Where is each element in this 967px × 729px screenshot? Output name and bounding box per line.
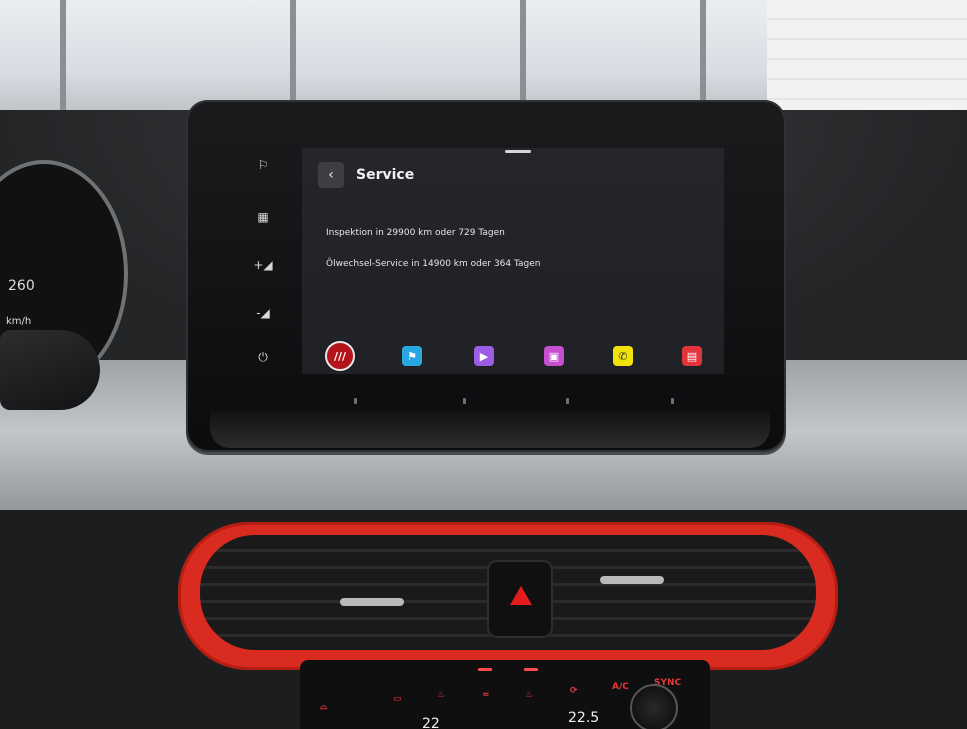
steering-stalk xyxy=(0,330,100,410)
front-defrost-icon[interactable]: ▭ xyxy=(393,694,402,704)
speed-tick-label: 260 xyxy=(8,278,35,294)
bezel-indicator xyxy=(566,398,569,404)
volume-up-icon[interactable]: +◢ xyxy=(253,258,272,272)
right-temperature: 22.5 xyxy=(568,710,600,726)
rear-defrost-icon[interactable]: ⌓ xyxy=(320,702,327,712)
car-settings-app-button[interactable]: ▤ xyxy=(682,346,702,366)
hazard-icon xyxy=(510,586,532,605)
temperature-knob[interactable] xyxy=(630,684,678,729)
home-button[interactable]: /// xyxy=(325,341,355,371)
vent-slider-right[interactable] xyxy=(600,576,664,584)
left-temperature: 22 xyxy=(422,716,440,729)
speed-unit: km/h xyxy=(6,316,32,327)
volume-down-icon[interactable]: -◢ xyxy=(254,306,272,320)
climate-indicator-led xyxy=(478,668,492,671)
back-button[interactable]: ‹ xyxy=(318,162,344,188)
window-mullion xyxy=(520,0,526,110)
air-flow-icon[interactable]: ≈ xyxy=(482,690,490,700)
media-app-button[interactable]: ▶ xyxy=(474,346,494,366)
infotainment-screen: ‹ Service Inspektion in 29900 km oder 72… xyxy=(302,148,724,374)
vent-slider-left[interactable] xyxy=(340,598,404,606)
seat-heat-right-icon[interactable]: ♨ xyxy=(525,690,533,700)
navigation-app-button[interactable]: ⚑ xyxy=(402,346,422,366)
brand-logo-icon: /// xyxy=(333,349,347,363)
climate-indicator-led xyxy=(524,668,538,671)
chevron-left-icon: ‹ xyxy=(328,167,334,183)
window-mullion xyxy=(290,0,296,110)
car-settings-icon: ▤ xyxy=(686,349,698,363)
ac-button[interactable]: A/C xyxy=(612,682,629,692)
recirculation-icon[interactable]: ⟳ xyxy=(570,686,578,696)
app-dock: /// ⚑ ▶ ▣ ✆ ▤ xyxy=(302,336,724,374)
window-mullion xyxy=(700,0,706,110)
bezel-indicator xyxy=(354,398,357,404)
phone-icon: ✆ xyxy=(618,349,628,363)
drag-handle[interactable] xyxy=(505,150,531,153)
radio-app-button[interactable]: ▣ xyxy=(544,346,564,366)
phone-app-button[interactable]: ✆ xyxy=(613,346,633,366)
bezel-indicator xyxy=(671,398,674,404)
infotainment-housing-lip xyxy=(210,410,770,448)
flag-icon: ⚑ xyxy=(407,349,417,363)
window-mullion xyxy=(60,0,66,110)
page-title: Service xyxy=(356,167,415,183)
play-icon: ▶ xyxy=(479,349,489,363)
car-interior-scene: 260 km/h 0 ⚐ ▦ +◢ -◢ ⏻ ‹ Service Inspekt… xyxy=(0,0,967,729)
bezel-indicator xyxy=(463,398,466,404)
power-icon[interactable]: ⏻ xyxy=(254,350,272,364)
inspection-info: Inspektion in 29900 km oder 729 Tagen xyxy=(326,228,505,238)
menu-icon[interactable]: ▦ xyxy=(254,210,272,224)
seat-heat-left-icon[interactable]: ♨ xyxy=(437,690,445,700)
radio-icon: ▣ xyxy=(548,349,560,363)
oil-service-info: Ölwechsel-Service in 14900 km oder 364 T… xyxy=(326,259,541,269)
flag-icon[interactable]: ⚐ xyxy=(254,158,272,172)
